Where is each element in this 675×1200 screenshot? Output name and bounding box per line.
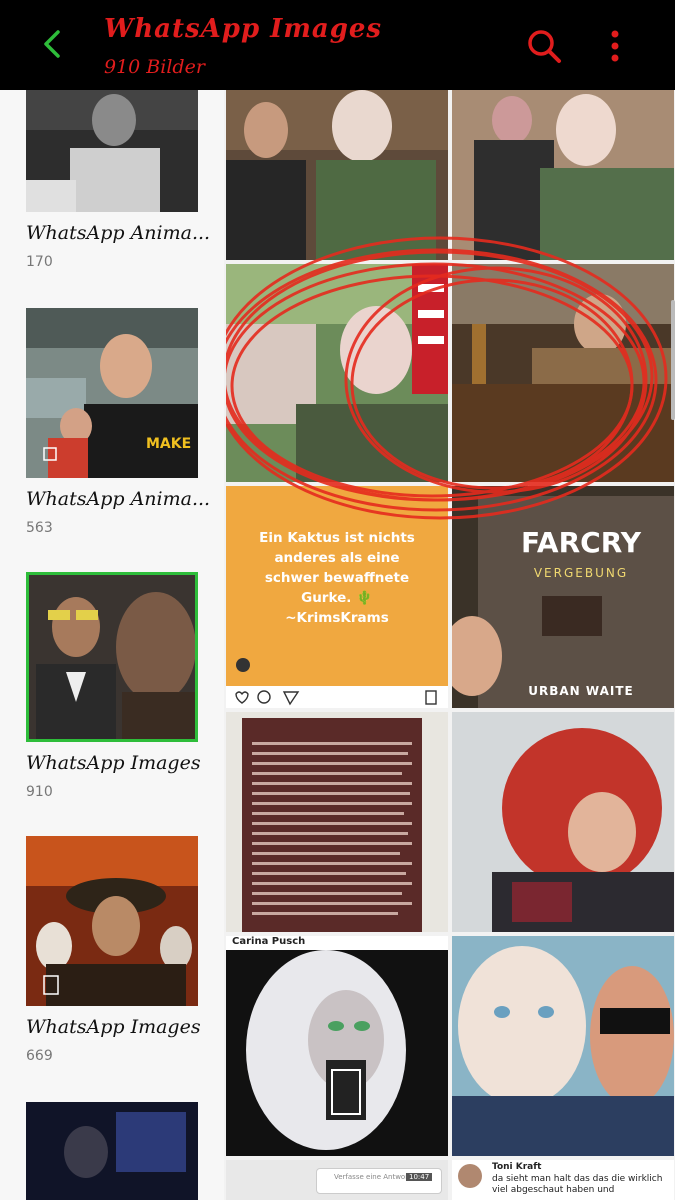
image-count: 910 Bilder	[104, 56, 205, 78]
photo-thumbnail-comment[interactable]: Toni Kraft da sieht man halt das das die…	[452, 1160, 674, 1200]
profile-icon	[236, 658, 250, 672]
album-item-whatsapp-animated-2[interactable]: MAKE WhatsApp Anima... 563	[26, 308, 211, 536]
album-thumbnail	[26, 836, 198, 1006]
photo-thumbnail[interactable]	[452, 712, 674, 932]
page-title: WhatsApp Images	[104, 14, 383, 44]
album-count: 563	[26, 520, 53, 536]
search-icon[interactable]	[524, 26, 564, 66]
scroll-edge[interactable]	[671, 300, 675, 420]
book-author: URBAN WAITE	[528, 684, 634, 698]
album-count: 170	[26, 254, 53, 270]
back-arrow-icon[interactable]	[34, 24, 74, 64]
comment-text: da sieht man halt das das die wirklich v…	[492, 1174, 663, 1195]
photo-thumbnail[interactable]	[452, 936, 674, 1156]
album-thumbnail	[26, 572, 198, 742]
album-name: WhatsApp Images	[26, 1016, 201, 1038]
album-item-whatsapp-images-selected[interactable]: WhatsApp Images 910	[26, 572, 201, 800]
book-subtitle: VERGEBUNG	[533, 566, 629, 580]
album-count: 669	[26, 1048, 53, 1064]
album-thumbnail	[26, 1102, 198, 1200]
album-name: WhatsApp Images	[26, 752, 201, 774]
album-item-partial[interactable]	[26, 1102, 198, 1200]
album-count: 910	[26, 784, 53, 800]
album-name: WhatsApp Anima...	[26, 222, 211, 244]
album-list: WhatsApp Anima... 170 MAKE WhatsApp Anim…	[0, 90, 224, 1200]
avatar	[458, 1164, 482, 1188]
album-thumbnail: MAKE	[26, 308, 198, 478]
instagram-action-bar	[226, 686, 448, 708]
svg-text:MAKE: MAKE	[146, 436, 191, 452]
album-item-whatsapp-animated-1[interactable]: WhatsApp Anima... 170	[26, 90, 211, 270]
post-author: Carina Pusch	[232, 936, 306, 947]
photo-grid: Ein Kaktus ist nichts anderes als eine s…	[226, 90, 675, 1200]
reply-time: 10:47	[406, 1173, 433, 1181]
photo-thumbnail-portrait[interactable]: Carina Pusch	[226, 936, 448, 1156]
reply-placeholder: Verfasse eine Antwort...	[334, 1173, 418, 1181]
comment-author: Toni Kraft	[492, 1162, 542, 1172]
more-options-icon[interactable]	[598, 26, 632, 66]
app-bar: WhatsApp Images 910 Bilder	[0, 0, 675, 90]
album-thumbnail	[26, 90, 198, 212]
photo-thumbnail-chat[interactable]: Verfasse eine Antwort... 10:47	[226, 1160, 448, 1200]
photo-thumbnail-text-page[interactable]	[226, 712, 448, 932]
album-name: WhatsApp Anima...	[26, 488, 211, 510]
album-item-whatsapp-images-2[interactable]: WhatsApp Images 669	[26, 836, 201, 1064]
red-scribble-annotation	[226, 236, 668, 520]
